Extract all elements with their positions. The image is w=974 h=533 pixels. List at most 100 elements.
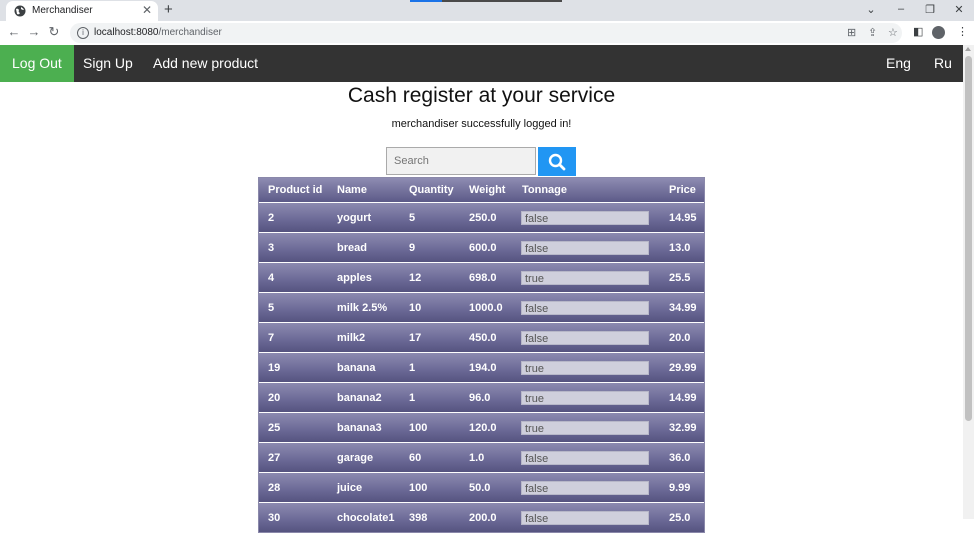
cell-price: 36.0: [651, 442, 704, 472]
cell-quantity: 60: [400, 442, 460, 472]
table-row[interactable]: 30 chocolate1 398 200.0 false 25.0: [259, 502, 704, 532]
cell-quantity: 100: [400, 412, 460, 442]
page-title: Cash register at your service: [347, 84, 616, 107]
products-table: Product id Name Quantity Weight Tonnage …: [258, 177, 705, 533]
info-icon[interactable]: i: [77, 27, 89, 39]
cell-weight: 698.0: [460, 262, 513, 292]
profile-icon[interactable]: [932, 26, 945, 39]
cell-price: 25.0: [651, 502, 704, 532]
tab-search-icon[interactable]: ⌄: [860, 3, 882, 16]
cell-product-id: 5: [259, 292, 328, 322]
back-icon[interactable]: ←: [5, 24, 23, 39]
cell-tonnage: true: [513, 412, 651, 442]
signup-link[interactable]: Sign Up: [71, 45, 145, 82]
cell-tonnage: false: [513, 502, 651, 532]
column-header-weight: Weight: [460, 178, 513, 202]
translate-icon[interactable]: ⊞: [847, 26, 856, 39]
cell-price: 20.0: [651, 322, 704, 352]
cell-quantity: 5: [400, 202, 460, 232]
cell-tonnage: false: [513, 232, 651, 262]
tonnage-field[interactable]: false: [521, 240, 649, 255]
cell-product-id: 3: [259, 232, 328, 262]
table-row[interactable]: 7 milk2 17 450.0 false 20.0: [259, 322, 704, 352]
column-header-product-id: Product id: [259, 178, 328, 202]
cell-weight: 200.0: [460, 502, 513, 532]
cell-quantity: 1: [400, 352, 460, 382]
cell-product-id: 20: [259, 382, 328, 412]
lang-en-link[interactable]: Eng: [874, 45, 923, 82]
new-tab-button[interactable]: +: [164, 1, 173, 18]
cell-price: 32.99: [651, 412, 704, 442]
table-row[interactable]: 2 yogurt 5 250.0 false 14.95: [259, 202, 704, 232]
table-row[interactable]: 4 apples 12 698.0 true 25.5: [259, 262, 704, 292]
tonnage-field[interactable]: true: [521, 270, 649, 285]
page-scrollbar[interactable]: [963, 45, 974, 519]
cell-product-id: 19: [259, 352, 328, 382]
browser-tab[interactable]: Merchandiser ✕: [6, 1, 158, 21]
tab-title: Merchandiser: [32, 5, 93, 16]
tonnage-field[interactable]: false: [521, 330, 649, 345]
logout-link[interactable]: Log Out: [0, 45, 74, 82]
login-status-message: merchandiser successfully logged in!: [391, 118, 572, 130]
tab-loading-indicator: [410, 0, 562, 2]
cell-tonnage: false: [513, 202, 651, 232]
cell-tonnage: true: [513, 262, 651, 292]
table-row[interactable]: 25 banana3 100 120.0 true 32.99: [259, 412, 704, 442]
cell-product-id: 25: [259, 412, 328, 442]
forward-icon[interactable]: →: [25, 24, 43, 39]
cell-weight: 50.0: [460, 472, 513, 502]
cell-quantity: 398: [400, 502, 460, 532]
cell-name: juice: [328, 472, 400, 502]
cell-price: 13.0: [651, 232, 704, 262]
cell-weight: 194.0: [460, 352, 513, 382]
tab-close-icon[interactable]: ✕: [142, 3, 152, 17]
table-row[interactable]: 20 banana2 1 96.0 true 14.99: [259, 382, 704, 412]
url-text[interactable]: localhost:8080/merchandiser: [94, 27, 222, 38]
url-path: /merchandiser: [158, 27, 222, 38]
cell-product-id: 28: [259, 472, 328, 502]
table-row[interactable]: 19 banana 1 194.0 true 29.99: [259, 352, 704, 382]
table-row[interactable]: 27 garage 60 1.0 false 36.0: [259, 442, 704, 472]
cell-price: 34.99: [651, 292, 704, 322]
tonnage-field[interactable]: true: [521, 420, 649, 435]
search-button[interactable]: [538, 147, 576, 176]
table-row[interactable]: 28 juice 100 50.0 false 9.99: [259, 472, 704, 502]
tonnage-field[interactable]: false: [521, 300, 649, 315]
star-icon[interactable]: ☆: [888, 26, 898, 39]
tonnage-field[interactable]: false: [521, 480, 649, 495]
tonnage-field[interactable]: false: [521, 210, 649, 225]
cell-quantity: 17: [400, 322, 460, 352]
cell-product-id: 4: [259, 262, 328, 292]
cell-name: milk2: [328, 322, 400, 352]
cell-weight: 450.0: [460, 322, 513, 352]
search-input[interactable]: [386, 147, 536, 175]
browser-tab-strip: Merchandiser ✕ + ⌄ – ❐ ✕: [0, 0, 974, 21]
menu-icon[interactable]: ⋮: [957, 25, 968, 38]
minimize-icon[interactable]: –: [890, 3, 912, 15]
share-icon[interactable]: ⇪: [868, 26, 877, 39]
lang-ru-link[interactable]: Ru: [922, 45, 964, 82]
cell-name: chocolate1: [328, 502, 400, 532]
add-product-link[interactable]: Add new product: [141, 45, 270, 82]
scroll-up-icon[interactable]: [965, 47, 971, 51]
cell-product-id: 27: [259, 442, 328, 472]
cell-weight: 1000.0: [460, 292, 513, 322]
reload-icon[interactable]: ↻: [45, 24, 63, 40]
cell-tonnage: false: [513, 442, 651, 472]
side-panel-icon[interactable]: ◧: [913, 25, 923, 38]
scrollbar-thumb[interactable]: [965, 56, 972, 421]
cell-price: 29.99: [651, 352, 704, 382]
table-row[interactable]: 3 bread 9 600.0 false 13.0: [259, 232, 704, 262]
column-header-name: Name: [328, 178, 400, 202]
cell-weight: 96.0: [460, 382, 513, 412]
tonnage-field[interactable]: true: [521, 390, 649, 405]
address-bar[interactable]: i localhost:8080/merchandiser ⊞ ⇪ ☆: [70, 23, 902, 43]
tonnage-field[interactable]: true: [521, 360, 649, 375]
cell-weight: 120.0: [460, 412, 513, 442]
tonnage-field[interactable]: false: [521, 510, 649, 525]
tonnage-field[interactable]: false: [521, 450, 649, 465]
column-header-tonnage: Tonnage: [513, 178, 651, 202]
table-row[interactable]: 5 milk 2.5% 10 1000.0 false 34.99: [259, 292, 704, 322]
window-close-icon[interactable]: ✕: [948, 3, 970, 16]
restore-icon[interactable]: ❐: [919, 3, 941, 16]
